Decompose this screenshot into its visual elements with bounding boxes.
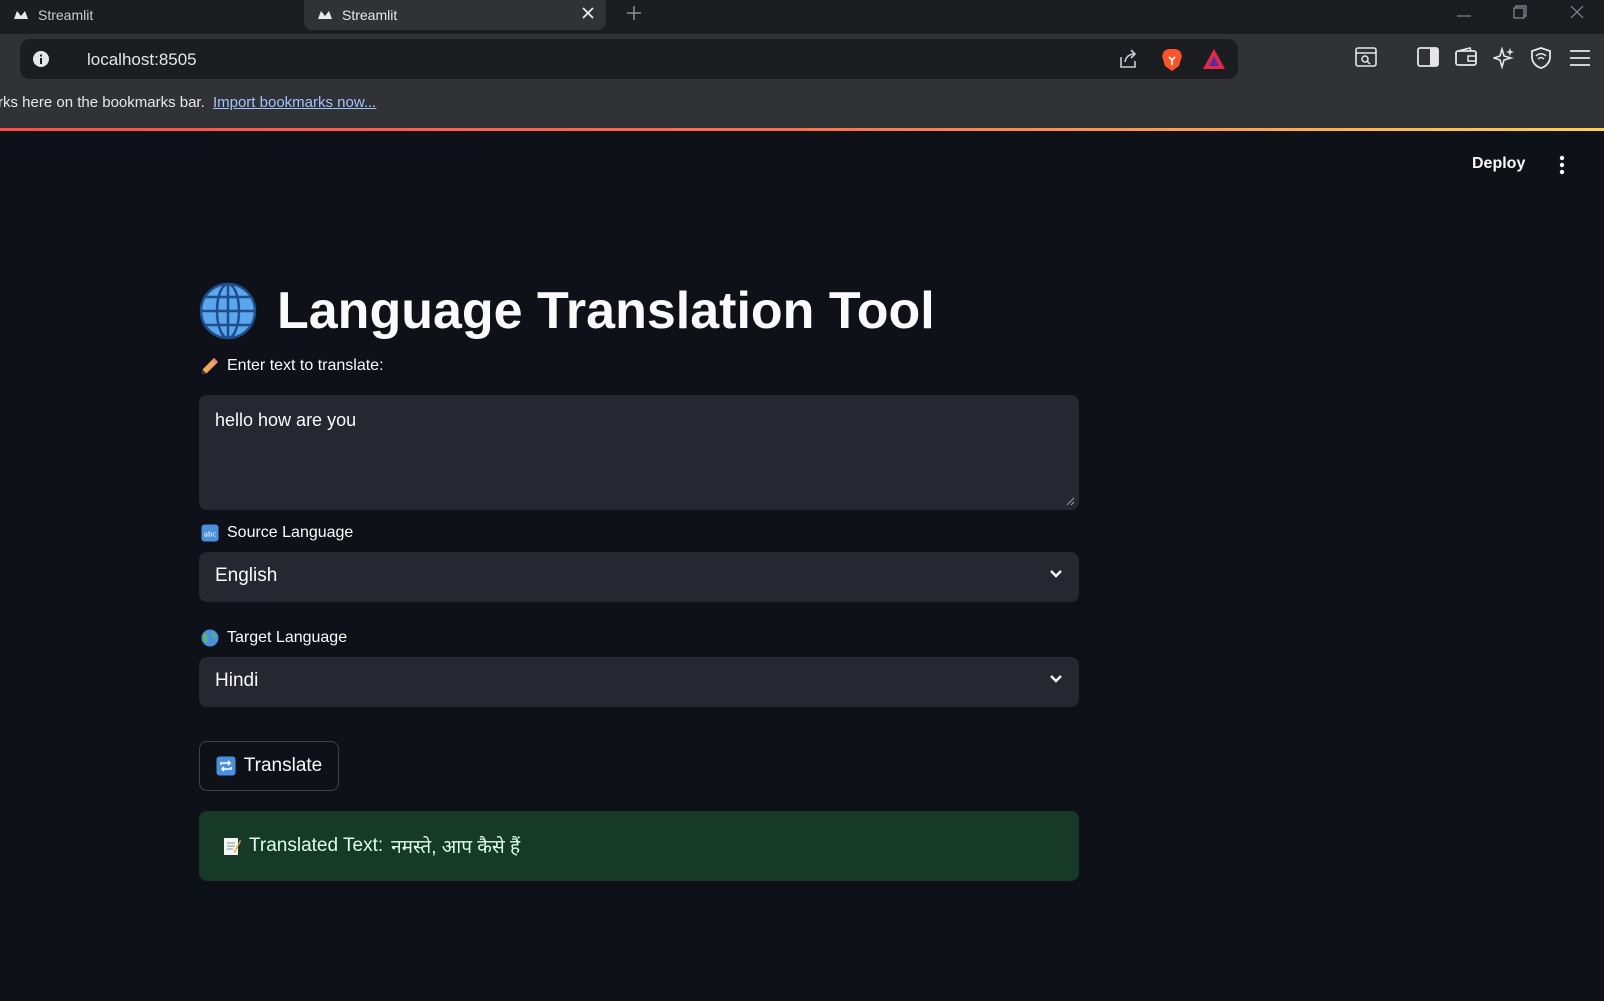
share-icon[interactable] (1117, 48, 1139, 70)
close-tab-icon[interactable] (582, 7, 594, 19)
page-title: Language Translation Tool (199, 276, 935, 346)
menu-icon[interactable] (1569, 49, 1591, 67)
translated-text: नमस्ते, आप कैसे हैं (391, 837, 521, 858)
address-bar[interactable]: localhost:8505 (20, 39, 1238, 79)
translation-result-alert: Translated Text: नमस्ते, आप कैसे हैं (199, 811, 1079, 881)
tab-title: Streamlit (342, 7, 398, 23)
deploy-button[interactable]: Deploy (1472, 155, 1525, 173)
close-window-icon[interactable] (1570, 2, 1584, 22)
translate-button-label: Translate (243, 755, 323, 776)
brave-rewards-icon[interactable] (1202, 48, 1226, 70)
memo-icon (223, 836, 241, 856)
site-info-icon[interactable] (32, 50, 50, 68)
browser-tab-bar: Streamlit Streamlit (0, 0, 1604, 34)
search-tabs-icon[interactable] (1355, 47, 1377, 67)
wallet-icon[interactable] (1455, 47, 1477, 67)
target-language-label: Target Language (201, 629, 347, 647)
source-language-value: English (215, 565, 278, 586)
restore-window-icon[interactable] (1513, 2, 1527, 22)
streamlit-app: Deploy Language Translation Tool Enter t… (0, 131, 1604, 1001)
browser-toolbar: localhost:8505 (0, 34, 1604, 86)
browser-tab[interactable]: Streamlit (0, 0, 296, 30)
sidebar-icon[interactable] (1417, 47, 1439, 67)
page-title-text: Language Translation Tool (277, 282, 935, 340)
import-bookmarks-link[interactable]: Import bookmarks now... (213, 94, 376, 111)
main-menu-icon[interactable] (1559, 155, 1565, 175)
target-language-select[interactable]: Hindi (199, 657, 1079, 707)
svg-text:abc: abc (204, 531, 217, 539)
vpn-shield-icon[interactable] (1531, 47, 1551, 69)
browser-tab-active[interactable]: Streamlit (304, 0, 606, 30)
translate-button[interactable]: Translate (199, 741, 339, 791)
url-text[interactable]: localhost:8505 (87, 50, 197, 70)
text-input-value: hello how are you (215, 410, 357, 430)
streamlit-favicon-icon (14, 10, 28, 20)
result-prefix: Translated Text: (249, 835, 384, 856)
bookmarks-bar: rks here on the bookmarks bar. Import bo… (0, 86, 1604, 128)
earth-globe-icon (201, 629, 219, 647)
streamlit-favicon-icon (318, 10, 332, 20)
resize-handle-icon[interactable] (1066, 497, 1075, 506)
source-language-label-text: Source Language (227, 524, 354, 541)
abc-input-icon: abc (201, 524, 219, 542)
bookmarks-message: rks here on the bookmarks bar. (0, 94, 205, 111)
new-tab-icon[interactable] (627, 2, 641, 24)
text-input-label-text: Enter text to translate: (227, 357, 384, 374)
chevron-down-icon (1049, 674, 1063, 684)
target-language-value: Hindi (215, 670, 259, 691)
globe-icon (199, 282, 257, 340)
leo-ai-icon[interactable] (1493, 47, 1515, 69)
chevron-down-icon (1049, 569, 1063, 579)
repeat-arrows-icon (216, 756, 236, 776)
brave-shields-icon[interactable] (1161, 48, 1183, 72)
target-language-label-text: Target Language (227, 629, 348, 646)
tab-title: Streamlit (38, 7, 94, 23)
pencil-icon (201, 357, 219, 375)
text-to-translate-input[interactable]: hello how are you (199, 395, 1079, 510)
source-language-label: abc Source Language (201, 524, 353, 542)
text-input-label: Enter text to translate: (201, 357, 384, 375)
source-language-select[interactable]: English (199, 552, 1079, 602)
minimize-window-icon[interactable] (1457, 6, 1471, 26)
